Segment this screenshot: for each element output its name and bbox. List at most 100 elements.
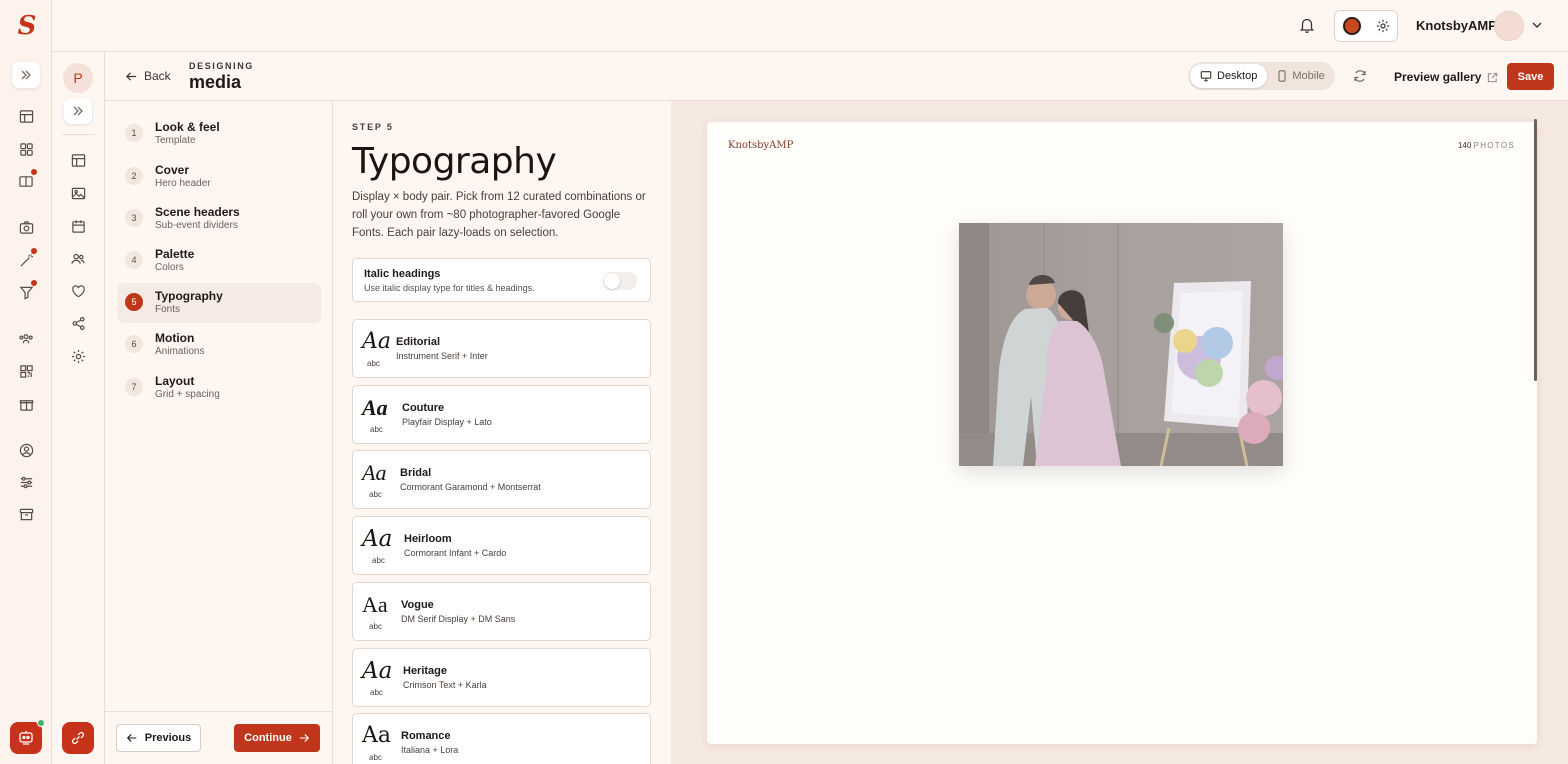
panel-title: Typography (352, 141, 557, 182)
nav-grid-icon[interactable] (16, 139, 36, 159)
step-typography[interactable]: 5 Typography Fonts (117, 283, 321, 323)
steps-nav: 1 Look & feel Template 2 Cover Hero head… (105, 101, 333, 764)
app-logo[interactable]: S (14, 12, 40, 40)
user-avatar[interactable] (1494, 11, 1524, 41)
continue-label: Continue (244, 732, 292, 744)
font-pair-name: Heritage (403, 665, 448, 677)
mobile-view-button[interactable]: Mobile (1267, 64, 1334, 88)
back-button[interactable]: Back (125, 69, 171, 83)
step-look-and-feel[interactable]: 1 Look & feel Template (117, 114, 321, 154)
font-pair-bridal[interactable]: Aa abc Bridal Cormorant Garamond + Monts… (352, 450, 651, 509)
font-sample-small: abc (369, 753, 382, 762)
step-number: 5 (125, 293, 143, 311)
link-button[interactable] (62, 722, 94, 754)
continue-button[interactable]: Continue (234, 724, 320, 752)
monitor-icon (1200, 71, 1212, 82)
nav-people-icon[interactable] (16, 328, 36, 348)
editor-header: Back DESIGNING media Desktop Mobile Prev… (105, 52, 1568, 101)
step-subtitle: Template (155, 135, 196, 146)
nav-camera-icon[interactable] (16, 217, 36, 237)
image-icon[interactable] (68, 183, 88, 203)
expand-sidebar-button[interactable] (12, 62, 40, 88)
font-pair-romance[interactable]: Aa abc Romance Italiana + Lora (352, 713, 651, 764)
nav-book-icon[interactable] (16, 169, 37, 191)
global-sidebar: S (0, 0, 52, 764)
step-title: Layout (155, 374, 195, 388)
save-button[interactable]: Save (1507, 63, 1554, 90)
nav-gift-icon[interactable] (16, 394, 36, 414)
font-sample-small: abc (372, 556, 385, 565)
back-label: Back (144, 69, 171, 83)
step-motion[interactable]: 6 Motion Animations (117, 325, 321, 365)
nav-archive-icon[interactable] (16, 504, 36, 524)
online-status-dot (37, 719, 45, 727)
font-pair-editorial[interactable]: Aa abc Editorial Instrument Serif + Inte… (352, 319, 651, 378)
step-cover[interactable]: 2 Cover Hero header (117, 157, 321, 197)
divider (62, 134, 95, 135)
step-number: 6 (125, 335, 143, 353)
chevron-down-icon[interactable] (1530, 18, 1544, 32)
font-sample: Aa (362, 460, 387, 485)
font-sample-small: abc (367, 359, 380, 368)
step-number: 7 (125, 378, 143, 396)
arrow-left-icon (126, 71, 137, 81)
typography-panel: STEP 5 Typography Display × body pair. P… (333, 101, 671, 764)
calendar-icon[interactable] (68, 216, 88, 236)
font-pair-fonts: Playfair Display + Lato (402, 417, 492, 427)
project-sidebar: P (52, 52, 105, 764)
settings-icon[interactable] (68, 346, 88, 366)
gallery-preview-area: KnotsbyAMP 140 PHOTOS (671, 101, 1568, 764)
italic-headings-toggle[interactable] (603, 272, 637, 290)
font-sample: Aa (362, 592, 388, 617)
font-pair-heirloom[interactable]: Aa abc Heirloom Cormorant Infant + Cardo (352, 516, 651, 575)
accent-color-swatch[interactable] (1342, 17, 1361, 35)
font-pair-fonts: Cormorant Infant + Cardo (404, 548, 507, 558)
gallery-preview-canvas: KnotsbyAMP 140 PHOTOS (707, 122, 1537, 744)
step-layout[interactable]: 7 Layout Grid + spacing (117, 368, 321, 408)
previous-button[interactable]: Previous (116, 724, 201, 752)
device-toggle: Desktop Mobile (1188, 62, 1335, 90)
support-chat-button[interactable] (10, 719, 45, 754)
step-number: 3 (125, 209, 143, 227)
refresh-icon[interactable] (1353, 69, 1367, 83)
nav-layout-icon[interactable] (16, 106, 36, 126)
notification-dot (31, 169, 37, 175)
preview-gallery-link[interactable]: Preview gallery (1394, 70, 1498, 84)
step-scene-headers[interactable]: 3 Scene headers Sub-event dividers (117, 199, 321, 239)
project-name: media (189, 72, 242, 92)
nav-filter-icon[interactable] (16, 280, 37, 302)
expand-project-sidebar-button[interactable] (64, 98, 92, 124)
italic-headings-card[interactable]: Italic headings Use italic display type … (352, 258, 651, 302)
font-pair-fonts: Italiana + Lora (401, 745, 459, 755)
nav-magic-wand-icon[interactable] (16, 248, 37, 270)
nav-sliders-icon[interactable] (16, 472, 36, 492)
italic-headings-title: Italic headings (364, 268, 441, 280)
step-palette[interactable]: 4 Palette Colors (117, 241, 321, 281)
layout-icon[interactable] (68, 150, 88, 170)
bell-icon[interactable] (1298, 16, 1318, 36)
project-avatar[interactable]: P (63, 63, 93, 93)
nav-qr-icon[interactable] (16, 361, 36, 381)
font-pair-heritage[interactable]: Aa abc Heritage Crimson Text + Karla (352, 648, 651, 707)
users-icon[interactable] (68, 248, 88, 268)
desktop-label: Desktop (1217, 70, 1258, 82)
heart-icon[interactable] (68, 281, 88, 301)
theme-color-picker[interactable] (1334, 10, 1398, 42)
nav-account-icon[interactable] (16, 440, 36, 460)
font-pair-vogue[interactable]: Aa abc Vogue DM Serif Display + DM Sans (352, 582, 651, 641)
account-username[interactable]: KnotsbyAMP (1416, 18, 1497, 33)
desktop-view-button[interactable]: Desktop (1190, 64, 1268, 88)
couple-photo-illustration (959, 223, 1283, 466)
step-subtitle: Grid + spacing (155, 389, 220, 400)
preview-scrollbar[interactable] (1534, 119, 1537, 381)
step-subtitle: Hero header (155, 178, 211, 189)
gallery-photo[interactable] (959, 223, 1283, 466)
font-pair-couture[interactable]: Aa abc Couture Playfair Display + Lato (352, 385, 651, 444)
gear-icon[interactable] (1376, 19, 1390, 33)
share-icon[interactable] (68, 313, 88, 333)
step-title: Scene headers (155, 205, 240, 219)
photo-count: 140 PHOTOS (1458, 141, 1515, 150)
font-sample: Aa (362, 329, 392, 354)
font-pair-name: Vogue (401, 599, 434, 611)
step-number: 1 (125, 124, 143, 142)
